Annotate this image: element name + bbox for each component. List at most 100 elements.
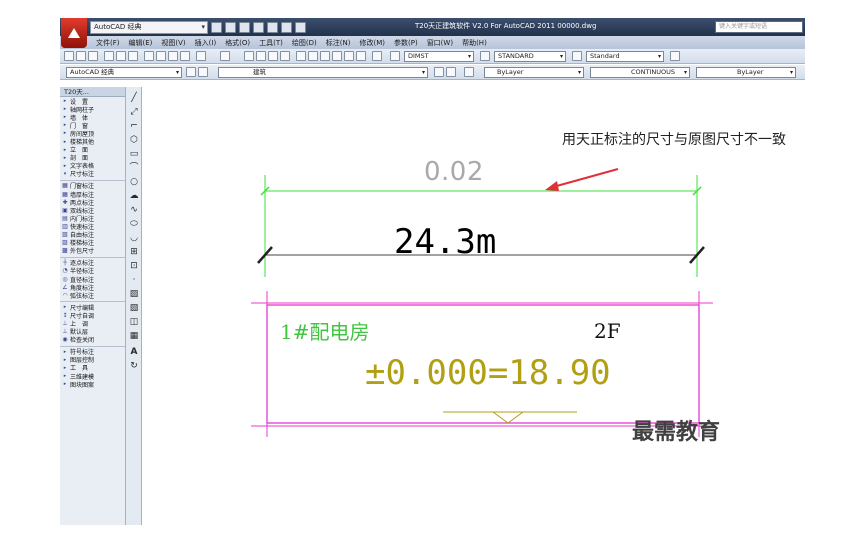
undo-toolbar-icon[interactable] [196, 51, 206, 61]
undo-icon[interactable] [267, 21, 278, 33]
line-icon[interactable]: ╱ [129, 93, 139, 103]
ellipse-arc-icon[interactable]: ◡ [129, 233, 139, 243]
menu-insert[interactable]: 插入(I) [195, 38, 217, 48]
polyline-icon[interactable]: ⌐ [129, 121, 139, 131]
zoom-previous-icon[interactable] [280, 51, 290, 61]
make-block-icon[interactable]: ⊡ [129, 261, 139, 271]
multiline-text-icon[interactable]: A [129, 347, 139, 357]
panel-item-check-close[interactable]: ◉ 检查关闭 [60, 336, 125, 344]
dim-style-select[interactable]: DIMST [404, 51, 474, 62]
tool-palettes-icon[interactable] [320, 51, 330, 61]
cut-icon[interactable] [144, 51, 154, 61]
paste-icon[interactable] [168, 51, 178, 61]
make-current-layer-icon[interactable] [434, 67, 444, 77]
panel-item-label: 弧弦标注 [70, 292, 95, 300]
menu-edit[interactable]: 编辑(E) [129, 38, 153, 48]
publish-icon[interactable] [116, 51, 126, 61]
copy-icon[interactable] [156, 51, 166, 61]
pan-icon[interactable] [244, 51, 254, 61]
lineweight-select[interactable]: ByLayer [696, 67, 796, 78]
color-select[interactable]: ByLayer [484, 67, 584, 78]
save-icon[interactable] [239, 21, 250, 33]
save-file-icon[interactable] [88, 51, 98, 61]
rectangle-icon[interactable]: ▭ [129, 149, 139, 159]
menu-help[interactable]: 帮助(H) [462, 38, 487, 48]
menu-parametric[interactable]: 参数(P) [394, 38, 418, 48]
markup-icon[interactable] [344, 51, 354, 61]
tangent-side-panel: T20天... ▸ 设 置 ▸ 轴网柱子 ▸ 墙 体 ▸ 门 窗 ▸ 房间屋顶 ▸ 楼梯其他… [60, 87, 126, 525]
circle-icon[interactable]: ○ [129, 177, 139, 187]
workspace-toolbar-select[interactable]: AutoCAD 经典 [66, 67, 182, 78]
menu-dimension[interactable]: 标注(N) [326, 38, 351, 48]
sheet-set-icon[interactable] [332, 51, 342, 61]
table-style-icon[interactable] [572, 51, 582, 61]
room-name-label[interactable]: 1#配电房 [280, 316, 369, 345]
multileader-style-icon[interactable] [670, 51, 680, 61]
dimension-text-main[interactable]: 24.3m [394, 222, 496, 262]
menu-window[interactable]: 窗口(W) [427, 38, 453, 48]
dim-style-icon[interactable] [480, 51, 490, 61]
redo-icon[interactable] [281, 21, 292, 33]
plot-preview-icon[interactable] [104, 51, 114, 61]
menu-view[interactable]: 视图(V) [161, 38, 185, 48]
table-style-select[interactable]: Standard [586, 51, 664, 62]
elevation-label[interactable]: ±0.000=18.90 [365, 353, 611, 393]
layer-isolate-icon[interactable] [464, 67, 474, 77]
point-icon[interactable]: · [129, 275, 139, 285]
add-selected-icon[interactable]: ↻ [129, 361, 139, 371]
insert-block-icon[interactable]: ⊞ [129, 247, 139, 257]
panel-item-arc-chord-dim[interactable]: ◠ 弧弦标注 [60, 291, 125, 300]
arc-icon[interactable]: ⌒ [129, 163, 139, 173]
autocad-window: AutoCAD 经典 T20天正建筑软件 V2.0 For AutoCAD 20… [60, 18, 805, 525]
new-file-icon[interactable] [64, 51, 74, 61]
open-file-icon[interactable] [76, 51, 86, 61]
floor-label[interactable]: 2F [594, 319, 621, 343]
table-icon[interactable]: ▦ [129, 331, 139, 341]
polygon-icon[interactable]: ⬡ [129, 135, 139, 145]
help-icon[interactable] [372, 51, 382, 61]
menu-draw[interactable]: 绘图(D) [292, 38, 317, 48]
panel-item-dimension[interactable]: ▾ 尺寸标注 [60, 170, 125, 179]
revision-cloud-icon[interactable]: ☁ [129, 191, 139, 201]
workspace-select[interactable]: AutoCAD 经典 [90, 20, 208, 34]
panel-item-label: 检查关闭 [70, 337, 95, 345]
text-style-select[interactable]: STANDARD [494, 51, 566, 62]
layer-previous-icon[interactable] [446, 67, 456, 77]
zoom-realtime-icon[interactable] [256, 51, 266, 61]
open-icon[interactable] [225, 21, 236, 33]
text-style-icon[interactable] [390, 51, 400, 61]
redo-toolbar-icon[interactable] [220, 51, 230, 61]
panel-item-label: 外包尺寸 [70, 248, 95, 256]
region-icon[interactable]: ◫ [129, 317, 139, 327]
zoom-window-icon[interactable] [268, 51, 278, 61]
calculator-icon[interactable] [356, 51, 366, 61]
match-properties-icon[interactable] [180, 51, 190, 61]
layer-manager-icon[interactable] [198, 67, 208, 77]
ellipse-icon[interactable]: ⬭ [129, 219, 139, 229]
design-center-icon[interactable] [308, 51, 318, 61]
construction-line-icon[interactable]: ⤢ [129, 107, 139, 117]
drawing-canvas[interactable]: 0.02 24.3m 1#配电房 2F ±0.000=18.90 用天正标注的尺… [143, 87, 805, 525]
3d-print-icon[interactable] [128, 51, 138, 61]
new-icon[interactable] [211, 21, 222, 33]
print-icon[interactable] [253, 21, 264, 33]
plot-icon[interactable] [295, 21, 306, 33]
spline-icon[interactable]: ∿ [129, 205, 139, 215]
menu-modify[interactable]: 修改(M) [359, 38, 385, 48]
menu-tools[interactable]: 工具(T) [259, 38, 283, 48]
menu-format[interactable]: 格式(O) [225, 38, 250, 48]
gradient-icon[interactable]: ▧ [129, 303, 139, 313]
menu-file[interactable]: 文件(F) [96, 38, 120, 48]
help-search-input[interactable]: 键入关键字或短语 [715, 21, 803, 33]
hatch-icon[interactable]: ▨ [129, 289, 139, 299]
properties-icon[interactable] [296, 51, 306, 61]
dimension-text-small[interactable]: 0.02 [424, 157, 484, 187]
app-menu-logo-icon[interactable] [61, 18, 87, 48]
draw-toolbar: ╱ ⤢ ⌐ ⬡ ▭ ⌒ ○ ☁ ∿ ⬭ ◡ ⊞ ⊡ · ▨ ▧ ◫ ▦ A ↻ [126, 87, 142, 525]
layer-select[interactable]: 建筑 [218, 67, 428, 78]
linetype-select[interactable]: CONTINUOUS [590, 67, 690, 78]
panel-item-outer-dim[interactable]: ▩ 外包尺寸 [60, 247, 125, 255]
panel-title: T20天... [60, 87, 125, 97]
workspace-settings-icon[interactable] [186, 67, 196, 77]
panel-item-block-pattern[interactable]: ▸ 图块图案 [60, 380, 125, 389]
